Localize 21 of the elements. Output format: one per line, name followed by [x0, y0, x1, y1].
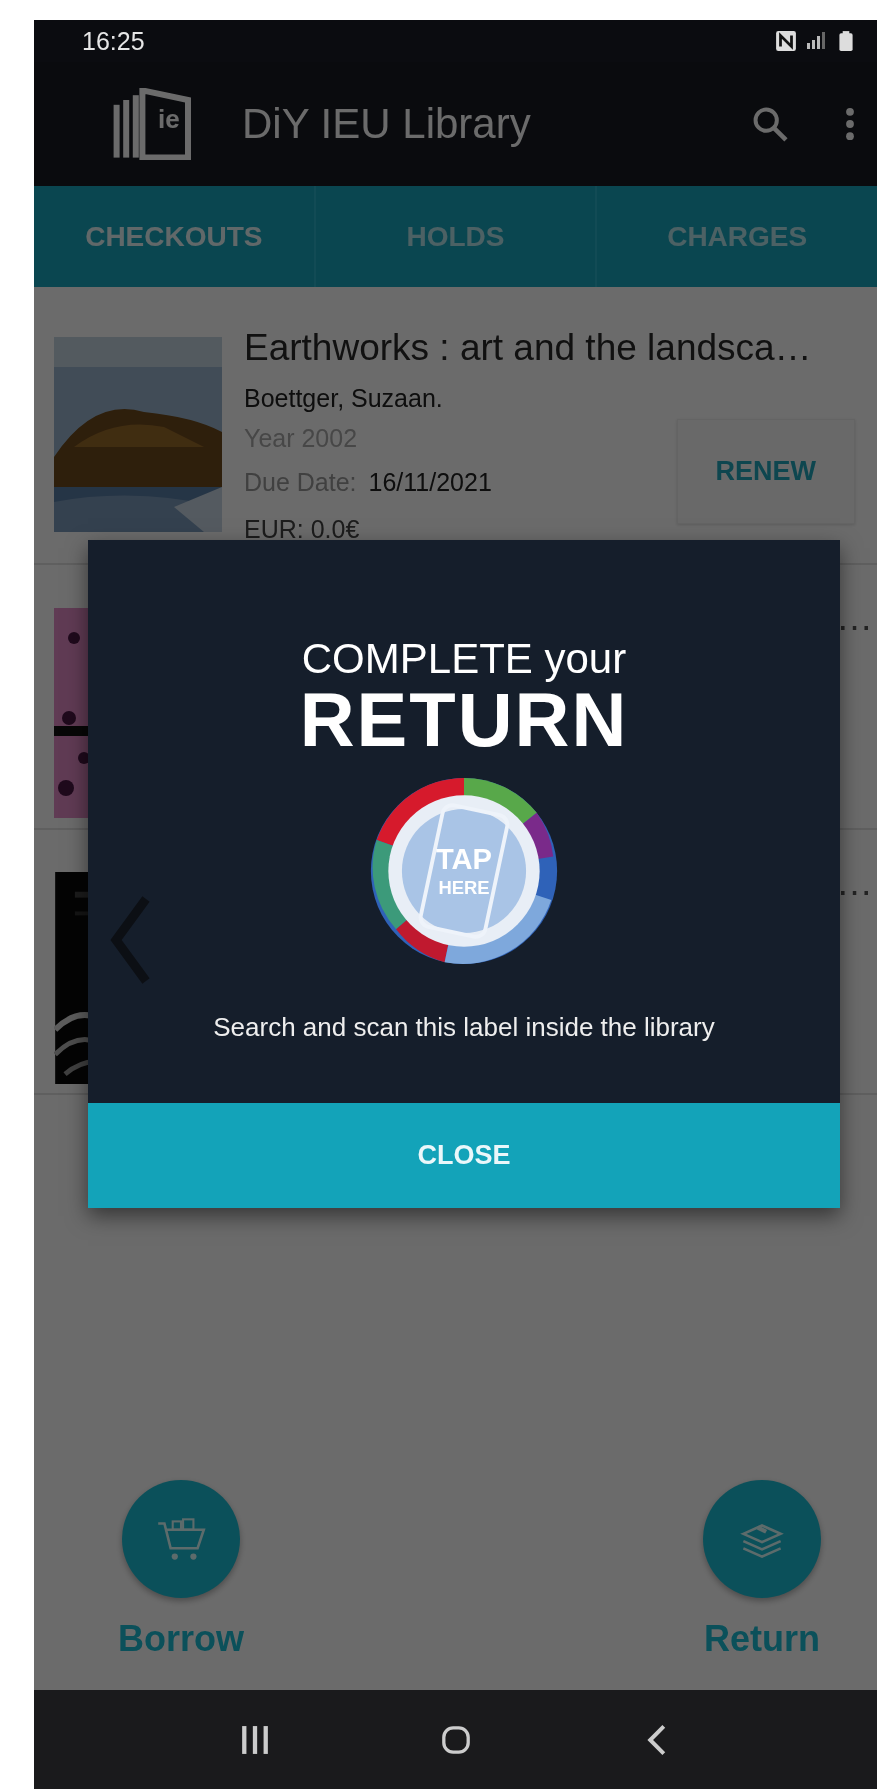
search-icon[interactable] [751, 105, 789, 143]
dialog-heading: COMPLETE your [301, 636, 627, 682]
close-button[interactable]: CLOSE [88, 1103, 840, 1208]
app-title: DiY IEU Library [242, 100, 532, 148]
renew-button[interactable]: RENEW [676, 418, 855, 524]
badge-text: TAP [436, 843, 492, 876]
nfc-icon [775, 30, 797, 52]
logo-text: ie [158, 104, 180, 135]
charge-amount: EUR: 0.0€ [244, 514, 361, 545]
action-label[interactable]: Borrow [118, 1618, 244, 1660]
tab[interactable]: CHARGES [597, 186, 877, 287]
action-label[interactable]: Return [704, 1618, 820, 1660]
signal-icon [805, 30, 827, 52]
dialog-message: Search and scan this label inside the library [213, 1012, 715, 1043]
clock-time: 16:25 [82, 26, 145, 56]
dialog-heading: RETURN [299, 682, 629, 758]
book-title[interactable]: Earthworks : art and the landsca… [244, 325, 877, 371]
due-date: 16/11/2021 [368, 468, 492, 496]
book-author: Boettger, Suzaan. [244, 383, 444, 414]
more-icon[interactable] [845, 107, 855, 141]
badge-text: HERE [438, 877, 490, 899]
